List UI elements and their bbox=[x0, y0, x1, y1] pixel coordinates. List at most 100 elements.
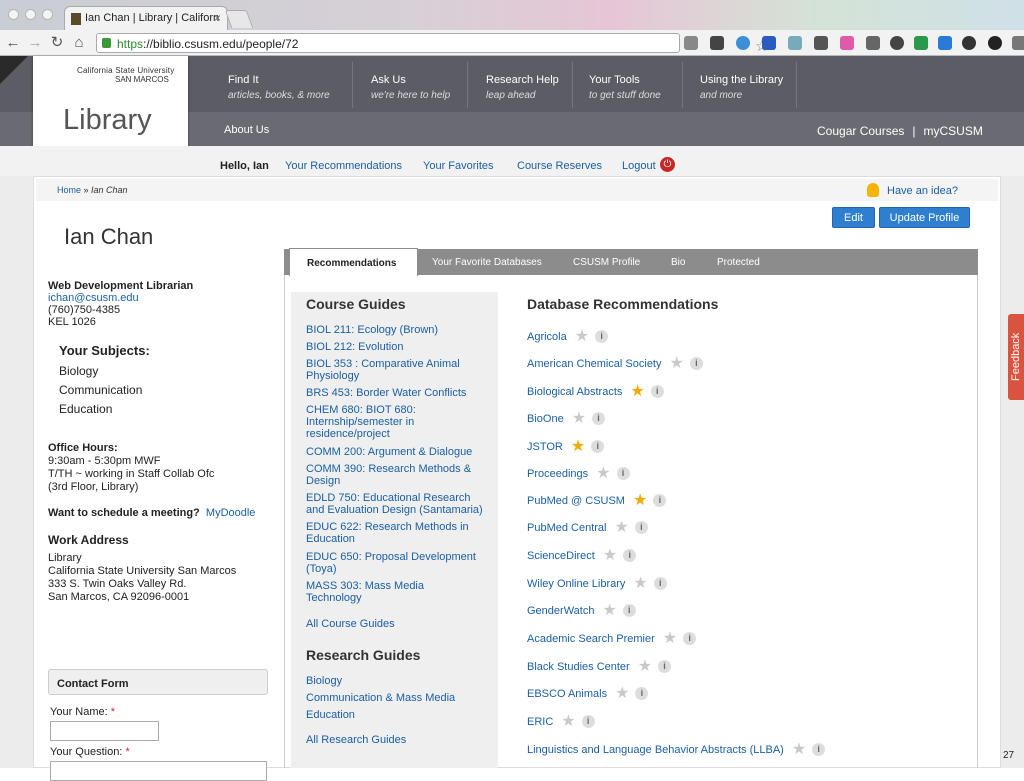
forward-icon[interactable]: → bbox=[26, 34, 44, 52]
info-icon[interactable]: i bbox=[623, 549, 637, 562]
extension-icon[interactable] bbox=[814, 36, 828, 50]
nav-using-library[interactable]: Using the Library and more bbox=[700, 72, 783, 104]
have-an-idea-link[interactable]: Have an idea? bbox=[887, 185, 958, 197]
nav-research-help[interactable]: Research Help leap ahead bbox=[486, 72, 559, 104]
breadcrumb-home[interactable]: Home bbox=[57, 185, 81, 195]
info-icon[interactable]: i bbox=[683, 632, 697, 645]
favorite-star-icon[interactable]: ★ bbox=[633, 576, 647, 592]
info-icon[interactable]: i bbox=[616, 467, 630, 480]
database-link[interactable]: BioOne bbox=[527, 413, 564, 425]
logout-link[interactable]: Logout bbox=[622, 160, 656, 172]
course-guide-link[interactable]: COMM 200: Argument & Dialogue bbox=[306, 446, 490, 458]
your-recommendations-link[interactable]: Your Recommendations bbox=[285, 160, 402, 172]
course-guide-link[interactable]: BIOL 353 : Comparative Animal Physiology bbox=[306, 358, 490, 382]
info-icon[interactable]: i bbox=[581, 715, 595, 728]
extension-icon[interactable] bbox=[788, 36, 802, 50]
home-icon[interactable]: ⌂ bbox=[70, 34, 88, 52]
browser-tab[interactable]: Ian Chan | Library | Californ × bbox=[64, 6, 228, 30]
lightning-icon[interactable] bbox=[710, 36, 724, 50]
database-link[interactable]: Agricola bbox=[527, 331, 567, 343]
nav-find-it[interactable]: Find It articles, books, & more bbox=[228, 72, 330, 104]
about-us-link[interactable]: About Us bbox=[224, 124, 269, 136]
database-link[interactable]: ScienceDirect bbox=[527, 550, 595, 562]
research-guide-link[interactable]: Communication & Mass Media bbox=[306, 692, 490, 704]
library-logo[interactable]: California State University SAN MARCOS L… bbox=[33, 56, 188, 147]
favorite-star-icon[interactable]: ★ bbox=[615, 520, 629, 536]
database-link[interactable]: EBSCO Animals bbox=[527, 688, 607, 700]
address-bar[interactable]: https://biblio.csusm.edu/people/72 ☆ bbox=[96, 33, 768, 55]
update-profile-button[interactable]: Update Profile bbox=[879, 207, 970, 228]
window-close-button[interactable] bbox=[8, 9, 19, 20]
course-reserves-link[interactable]: Course Reserves bbox=[517, 160, 602, 172]
pocket-icon[interactable] bbox=[890, 36, 904, 50]
favorite-star-icon[interactable]: ★ bbox=[603, 548, 617, 564]
course-guide-link[interactable]: EDLD 750: Educational Research and Evalu… bbox=[306, 492, 490, 516]
gear-icon[interactable] bbox=[962, 36, 976, 50]
info-icon[interactable]: i bbox=[622, 604, 636, 617]
info-icon[interactable]: i bbox=[689, 357, 703, 370]
favorite-star-icon[interactable]: ★ bbox=[630, 384, 644, 400]
search-icon[interactable] bbox=[684, 36, 698, 50]
database-link[interactable]: Black Studies Center bbox=[527, 661, 630, 673]
info-icon[interactable]: i bbox=[650, 385, 664, 398]
tab-csusm-profile[interactable]: CSUSM Profile bbox=[573, 257, 640, 268]
database-link[interactable]: American Chemical Society bbox=[527, 358, 662, 370]
tab-favorite-databases[interactable]: Your Favorite Databases bbox=[432, 257, 542, 268]
info-icon[interactable]: i bbox=[591, 440, 605, 453]
course-guide-link[interactable]: BRS 453: Border Water Conflicts bbox=[306, 387, 490, 399]
favorite-star-icon[interactable]: ★ bbox=[575, 329, 589, 345]
favorite-star-icon[interactable]: ★ bbox=[792, 742, 806, 758]
tab-bio[interactable]: Bio bbox=[671, 257, 685, 268]
mydoodle-link[interactable]: MyDoodle bbox=[206, 507, 256, 519]
database-link[interactable]: GenderWatch bbox=[527, 605, 594, 617]
info-icon[interactable]: i bbox=[595, 330, 609, 343]
mycsusm-link[interactable]: myCSUSM bbox=[924, 124, 983, 138]
power-icon[interactable]: ⏻ bbox=[660, 157, 675, 172]
course-guide-link[interactable]: CHEM 680: BIOT 680: Internship/semester … bbox=[306, 404, 456, 440]
close-icon[interactable]: × bbox=[214, 11, 221, 25]
course-guide-link[interactable]: EDUC 650: Proposal Development (Toya) bbox=[306, 551, 490, 575]
favorite-star-icon[interactable]: ★ bbox=[561, 714, 575, 730]
edit-button[interactable]: Edit bbox=[832, 207, 875, 228]
nav-ask-us[interactable]: Ask Us we're here to help bbox=[371, 72, 450, 104]
course-guide-link[interactable]: BIOL 212: Evolution bbox=[306, 341, 490, 353]
favorite-star-icon[interactable]: ★ bbox=[572, 411, 586, 427]
your-favorites-link[interactable]: Your Favorites bbox=[423, 160, 494, 172]
favorite-star-icon[interactable]: ★ bbox=[602, 603, 616, 619]
info-icon[interactable]: i bbox=[634, 521, 648, 534]
nav-your-tools[interactable]: Your Tools to get stuff done bbox=[589, 72, 661, 104]
database-link[interactable]: Linguistics and Language Behavior Abstra… bbox=[527, 744, 784, 756]
info-icon[interactable]: i bbox=[653, 577, 667, 590]
database-link[interactable]: JSTOR bbox=[527, 441, 563, 453]
info-icon[interactable]: i bbox=[658, 660, 672, 673]
window-zoom-button[interactable] bbox=[42, 9, 53, 20]
all-research-guides-link[interactable]: All Research Guides bbox=[306, 734, 490, 746]
contact-form-header[interactable]: Contact Form bbox=[48, 669, 268, 695]
tab-protected[interactable]: Protected bbox=[717, 257, 760, 268]
favorite-star-icon[interactable]: ★ bbox=[633, 493, 647, 509]
feedback-tab[interactable]: Feedback bbox=[1008, 314, 1024, 400]
database-link[interactable]: Biological Abstracts bbox=[527, 386, 622, 398]
cougar-courses-link[interactable]: Cougar Courses bbox=[817, 124, 904, 138]
info-icon[interactable]: i bbox=[653, 494, 667, 507]
database-link[interactable]: Wiley Online Library bbox=[527, 578, 625, 590]
course-guide-link[interactable]: MASS 303: Mass Media Technology bbox=[306, 580, 436, 604]
window-minimize-button[interactable] bbox=[25, 9, 36, 20]
info-icon[interactable]: i bbox=[592, 412, 606, 425]
wrench-icon[interactable] bbox=[1012, 36, 1024, 50]
database-link[interactable]: Academic Search Premier bbox=[527, 633, 655, 645]
favorite-star-icon[interactable]: ★ bbox=[670, 356, 684, 372]
reload-icon[interactable]: ↻ bbox=[48, 34, 66, 52]
question-input[interactable] bbox=[50, 761, 267, 781]
database-link[interactable]: Proceedings bbox=[527, 468, 588, 480]
research-guide-link[interactable]: Education bbox=[306, 709, 490, 721]
course-guide-link[interactable]: EDUC 622: Research Methods in Education bbox=[306, 521, 471, 545]
course-guide-link[interactable]: BIOL 211: Ecology (Brown) bbox=[306, 324, 490, 336]
eyedropper-icon[interactable] bbox=[866, 36, 880, 50]
extension-icon[interactable] bbox=[736, 36, 750, 50]
favorite-star-icon[interactable]: ★ bbox=[571, 439, 585, 455]
info-icon[interactable]: i bbox=[635, 687, 649, 700]
extension-icon[interactable] bbox=[840, 36, 854, 50]
extension-icon[interactable] bbox=[938, 36, 952, 50]
favorite-star-icon[interactable]: ★ bbox=[638, 659, 652, 675]
